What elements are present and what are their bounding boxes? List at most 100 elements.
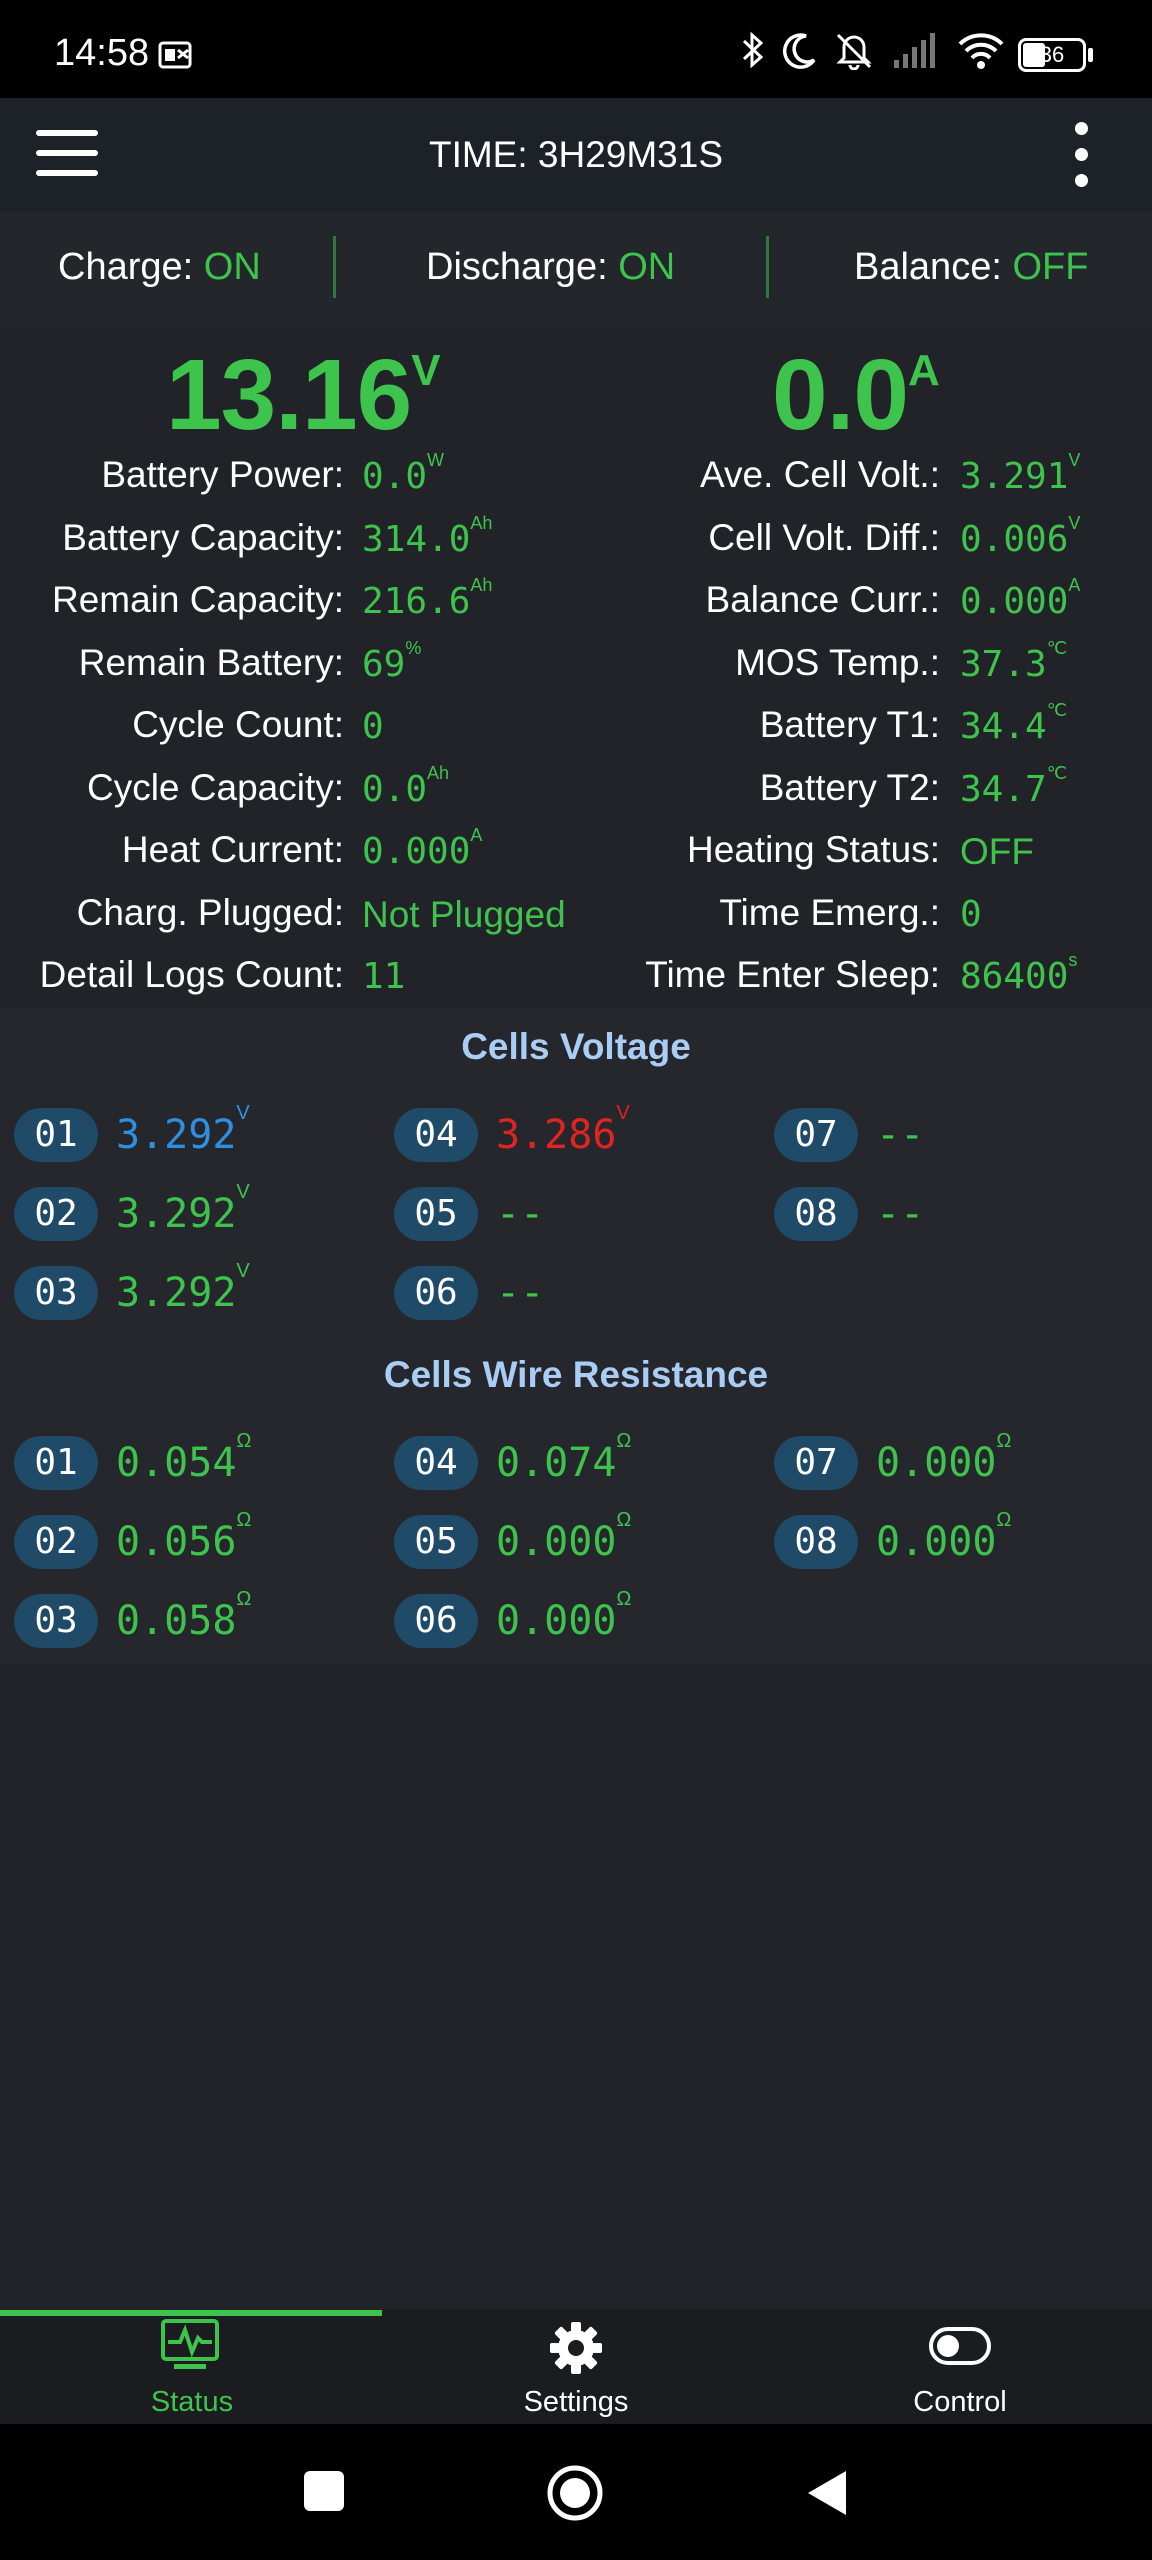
cell-id-badge: 01 bbox=[14, 1436, 98, 1490]
balance-switch-status: Balance: OFF bbox=[854, 246, 1089, 288]
wifi-icon bbox=[958, 33, 1004, 69]
info-value: 0 bbox=[960, 894, 982, 935]
cell-value: 0.000Ω bbox=[496, 1588, 632, 1644]
nav-status[interactable]: Status bbox=[0, 2318, 384, 2424]
info-value: 314.0Ah bbox=[362, 513, 493, 560]
cell-id-badge: 03 bbox=[14, 1266, 98, 1320]
notification-icon bbox=[158, 41, 192, 69]
gear-icon bbox=[550, 2322, 602, 2374]
cell-value: 0.074Ω bbox=[496, 1430, 632, 1486]
info-label: Ave. Cell Volt.: bbox=[700, 454, 940, 495]
cell-id-badge: 03 bbox=[14, 1594, 98, 1648]
battery-current-readout: 0.0A bbox=[772, 339, 940, 451]
info-value: 0.000A bbox=[362, 825, 483, 872]
bell-off-icon bbox=[836, 33, 872, 70]
cell-id-badge: 02 bbox=[14, 1187, 98, 1241]
info-label: Time Enter Sleep: bbox=[645, 954, 940, 995]
info-label: Cycle Count: bbox=[132, 704, 344, 745]
more-vertical-icon[interactable] bbox=[1070, 122, 1094, 188]
info-label: Remain Capacity: bbox=[51, 579, 344, 620]
cell-id-badge: 04 bbox=[394, 1108, 478, 1162]
info-value: OFF bbox=[960, 831, 1034, 872]
battery-tip bbox=[1088, 48, 1093, 62]
info-label: Time Emerg.: bbox=[719, 892, 940, 933]
cell-value: 0.058Ω bbox=[116, 1588, 252, 1644]
cell-id-badge: 07 bbox=[774, 1108, 858, 1162]
active-tab-indicator bbox=[0, 2310, 382, 2316]
nav-settings[interactable]: Settings bbox=[384, 2318, 768, 2424]
info-value: 0 bbox=[362, 706, 384, 747]
cell-id-badge: 05 bbox=[394, 1515, 478, 1569]
info-label: MOS Temp.: bbox=[735, 642, 940, 683]
recent-apps-button[interactable] bbox=[304, 2471, 344, 2511]
nav-control-label: Control bbox=[913, 2386, 1007, 2418]
cell-value: -- bbox=[876, 1191, 925, 1237]
info-value: 37.3℃ bbox=[960, 638, 1067, 685]
home-button[interactable] bbox=[546, 2464, 604, 2522]
info-label: Battery T1: bbox=[759, 704, 940, 745]
cell-value: 3.286V bbox=[496, 1102, 630, 1158]
charge-switch-status: Charge: ON bbox=[58, 246, 261, 288]
nav-control[interactable]: Control bbox=[768, 2318, 1152, 2424]
info-label: Battery T2: bbox=[759, 767, 940, 808]
cell-value: 3.292V bbox=[116, 1181, 250, 1237]
info-value: 0.000A bbox=[960, 575, 1081, 622]
status-monitor-icon bbox=[161, 2319, 219, 2369]
info-label: Balance Curr.: bbox=[705, 579, 940, 620]
cell-id-badge: 04 bbox=[394, 1436, 478, 1490]
battery-icon: 36 bbox=[1018, 38, 1086, 72]
info-value: 69% bbox=[362, 638, 422, 685]
cell-id-badge: 08 bbox=[774, 1515, 858, 1569]
discharge-switch-status: Discharge: ON bbox=[426, 246, 676, 288]
info-label: Battery Power: bbox=[101, 454, 344, 495]
cell-value: -- bbox=[496, 1270, 545, 1316]
cell-value: 0.000Ω bbox=[876, 1509, 1012, 1565]
battery-level: 36 bbox=[1039, 42, 1065, 67]
cell-value: 3.292V bbox=[116, 1260, 250, 1316]
divider bbox=[333, 236, 336, 298]
info-label: Heat Current: bbox=[121, 829, 344, 870]
info-value: 86400s bbox=[960, 950, 1078, 997]
cell-id-badge: 05 bbox=[394, 1187, 478, 1241]
bluetooth-icon bbox=[742, 31, 764, 69]
cells-resistance-title: Cells Wire Resistance bbox=[383, 1354, 769, 1395]
nav-settings-label: Settings bbox=[523, 2386, 629, 2418]
cell-id-badge: 02 bbox=[14, 1515, 98, 1569]
info-value: 34.4℃ bbox=[960, 700, 1067, 747]
cell-id-badge: 06 bbox=[394, 1266, 478, 1320]
toggle-icon bbox=[929, 2327, 991, 2365]
info-value: 3.291V bbox=[960, 450, 1081, 497]
info-label: Remain Battery: bbox=[78, 642, 344, 683]
cell-id-badge: 01 bbox=[14, 1108, 98, 1162]
info-label: Charg. Plugged: bbox=[76, 892, 344, 933]
battery-voltage-readout: 13.16V bbox=[166, 339, 441, 451]
page-title: TIME: 3H29M31S bbox=[428, 134, 724, 175]
info-value: 11 bbox=[362, 956, 406, 997]
cell-value: 0.054Ω bbox=[116, 1430, 252, 1486]
cell-id-badge: 06 bbox=[394, 1594, 478, 1648]
signal-icon bbox=[894, 33, 935, 68]
cells-voltage-title: Cells Voltage bbox=[461, 1026, 691, 1067]
info-value: 0.0Ah bbox=[362, 763, 450, 810]
cell-value: 0.056Ω bbox=[116, 1509, 252, 1565]
cell-value: 0.000Ω bbox=[496, 1509, 632, 1565]
info-label: Battery Capacity: bbox=[62, 517, 344, 558]
info-value: 34.7℃ bbox=[960, 763, 1067, 810]
divider bbox=[766, 236, 769, 298]
info-label: Heating Status: bbox=[687, 829, 940, 870]
moon-icon bbox=[783, 33, 816, 69]
info-value: 216.6Ah bbox=[362, 575, 493, 622]
cell-id-badge: 07 bbox=[774, 1436, 858, 1490]
info-label: Detail Logs Count: bbox=[39, 954, 344, 995]
nav-status-label: Status bbox=[150, 2386, 234, 2418]
info-label: Cycle Capacity: bbox=[86, 767, 344, 808]
info-value: 0.0W bbox=[362, 450, 445, 497]
cell-id-badge: 08 bbox=[774, 1187, 858, 1241]
cell-value: -- bbox=[496, 1191, 545, 1237]
info-value: 0.006V bbox=[960, 513, 1081, 560]
cell-value: 3.292V bbox=[116, 1102, 250, 1158]
back-button[interactable] bbox=[804, 2468, 848, 2518]
info-value: Not Plugged bbox=[362, 894, 566, 935]
cell-value: -- bbox=[876, 1112, 925, 1158]
cell-value: 0.000Ω bbox=[876, 1430, 1012, 1486]
